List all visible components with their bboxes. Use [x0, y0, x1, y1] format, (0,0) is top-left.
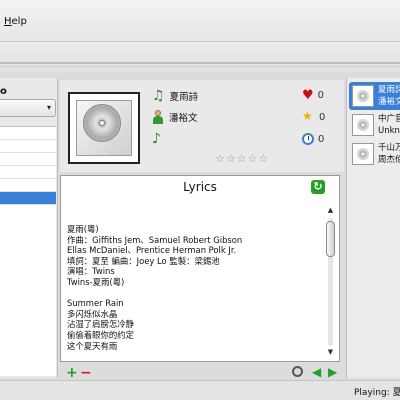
lyrics-text: 夏雨(粵) 作曲：Giffiths Jem、Samuel Robert Gibs… — [67, 224, 325, 356]
cd-thumbnail-icon — [352, 114, 374, 136]
toolbar-divider — [0, 62, 400, 64]
album-icon: ♪ — [152, 131, 161, 147]
cd-thumbnail-icon — [352, 143, 374, 165]
chevron-down-icon: ▾ — [46, 103, 51, 112]
sidebar-item[interactable] — [0, 166, 56, 179]
cd-thumbnail-icon — [352, 85, 374, 107]
lyrics-line: 作曲：Giffiths Jem、Samuel Robert Gibson — [67, 234, 243, 245]
artist-icon — [152, 110, 164, 124]
previous-icon[interactable]: ◀ — [312, 365, 321, 379]
lyrics-scrollbar[interactable]: ▲ ▼ — [325, 206, 336, 358]
playlist-item[interactable]: 千山万 周杰伦 — [349, 140, 400, 168]
lyrics-line: 填詞：夏至 編曲：Joey Lo 監製：梁錫池 — [67, 255, 220, 266]
album-cover[interactable] — [68, 92, 140, 164]
playlist-item-text: 千山万 周杰伦 — [378, 143, 400, 165]
sidebar-title: o — [0, 86, 7, 97]
lyrics-line: 夏雨(粵) — [67, 224, 99, 234]
star-icon: ★ — [302, 109, 313, 123]
scroll-up-icon[interactable]: ▲ — [325, 206, 336, 216]
lyrics-line: 这个夏天有雨 — [67, 340, 118, 351]
next-icon[interactable]: ▶ — [328, 365, 337, 379]
toolbar-strip — [0, 42, 400, 72]
lyrics-line — [67, 288, 325, 299]
sidebar-combo[interactable]: ▾ — [0, 99, 56, 117]
track-artist-row: 潘裕文 — [152, 109, 198, 125]
track-album-row: ♪ — [152, 131, 161, 147]
music-note-icon: ♫ — [152, 88, 165, 104]
lyrics-title: Lyrics — [183, 180, 217, 194]
playlist-item[interactable]: 夏雨詩 潘裕文 — [349, 82, 400, 110]
lyrics-line: 多闪烁似水晶 — [67, 308, 118, 319]
sidebar-list[interactable] — [0, 126, 56, 376]
lyrics-line: 沾湿了肩膀怎冷静 — [67, 319, 134, 330]
sidebar-item[interactable] — [0, 153, 56, 166]
lyrics-line: Ellas McDaniel、Prentice Herman Polk Jr. — [67, 245, 237, 256]
playlist-item-text: 中广音 Unknown — [378, 114, 400, 136]
menu-help[interactable]: Help — [4, 16, 27, 27]
lyrics-line: Summer Rain — [67, 298, 124, 309]
sidebar-item[interactable] — [0, 179, 56, 192]
track-title-row: ♫ 夏雨詩 — [152, 88, 198, 104]
scroll-down-icon[interactable]: ▼ — [325, 348, 336, 358]
minus-icon[interactable]: − — [80, 366, 92, 380]
track-title[interactable]: 夏雨詩 — [170, 89, 199, 103]
status-text: Playing: 夏雨詩 — [354, 388, 400, 398]
lyrics-line: 偷偷着眼你的约定 — [67, 329, 134, 340]
status-bar: Playing: 夏雨詩 — [0, 380, 400, 400]
sidebar-item-selected[interactable] — [0, 192, 56, 205]
play-count-value: 0 — [318, 133, 325, 145]
menu-bar: Help — [0, 0, 400, 42]
play-count: 0 — [302, 133, 324, 145]
zoom-icon[interactable] — [292, 366, 303, 377]
toolbar-divider-secondary — [0, 66, 400, 67]
rating-count: ★ 0 — [302, 109, 326, 123]
scroll-thumb[interactable] — [326, 221, 335, 257]
playlist-panel: 夏雨詩 潘裕文 中广音 Unknown 千山万 周杰伦 — [346, 78, 400, 378]
playlist-item-text: 夏雨詩 潘裕文 — [378, 85, 400, 107]
plus-icon[interactable]: + — [66, 366, 78, 380]
sidebar-item[interactable] — [0, 140, 56, 153]
track-artist[interactable]: 潘裕文 — [169, 110, 198, 124]
rating-stars[interactable]: ☆☆☆☆☆ — [215, 152, 269, 165]
refresh-icon[interactable]: ↻ — [311, 180, 325, 194]
clock-icon — [302, 133, 314, 145]
lyrics-line: Twins-夏雨(粵) — [67, 276, 125, 287]
lyrics-panel: Lyrics ↻ 夏雨(粵) 作曲：Giffiths Jem、Samuel Ro… — [60, 175, 340, 362]
sidebar-item[interactable] — [0, 127, 56, 140]
heart-icon: ♥ — [302, 88, 314, 103]
love-count-value: 0 — [317, 90, 325, 101]
left-sidebar: o ▾ — [0, 78, 58, 378]
love-count[interactable]: ♥ 0 — [302, 88, 324, 103]
now-playing-info: ♫ 夏雨詩 潘裕文 ♪ ☆☆☆☆☆ ♥ 0 ★ 0 0 — [60, 80, 344, 172]
playlist-item[interactable]: 中广音 Unknown — [349, 111, 400, 139]
rating-count-value: 0 — [319, 111, 326, 123]
cd-hole — [99, 120, 105, 126]
lyrics-line: 演唱：Twins — [67, 266, 115, 277]
